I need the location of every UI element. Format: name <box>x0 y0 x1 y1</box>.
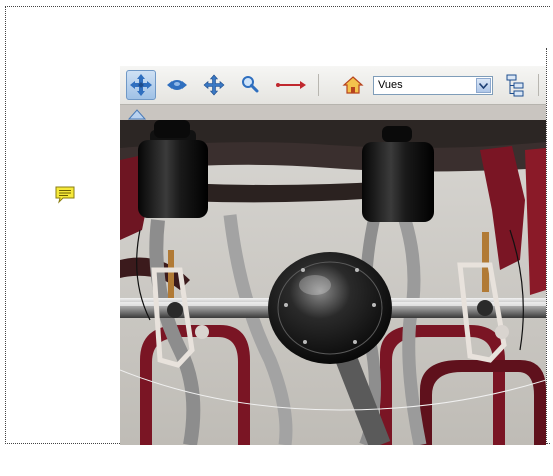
walk-arrow-icon <box>276 81 306 89</box>
3d-model-render[interactable] <box>120 120 546 445</box>
toolbar-separator <box>318 74 319 96</box>
views-dropdown[interactable]: Vues <box>373 76 493 95</box>
pan-tool-button[interactable] <box>199 70 229 100</box>
walk-tool-button[interactable] <box>271 70 311 100</box>
3d-viewer[interactable]: Vues <box>120 66 546 445</box>
model-tree-icon <box>506 74 524 97</box>
model-tree-button[interactable] <box>500 70 530 100</box>
zoom-tool-button[interactable] <box>235 70 265 100</box>
toolbar-collapse-toggle[interactable] <box>127 107 147 120</box>
pdf-page-edge <box>546 48 547 444</box>
rotate-arrows-icon <box>130 74 152 96</box>
home-icon <box>342 76 364 94</box>
comment-note-icon[interactable] <box>54 186 76 204</box>
toolbar-separator <box>538 74 539 96</box>
spin-tool-button[interactable] <box>162 70 192 100</box>
magnifier-icon <box>242 76 259 93</box>
triangle-up-icon <box>127 109 147 120</box>
views-selected-value: Vues <box>378 79 403 91</box>
rotate-tool-button[interactable] <box>126 70 156 100</box>
3d-toolbar: Vues <box>120 66 546 105</box>
chevron-down-icon[interactable] <box>476 78 491 93</box>
home-view-button[interactable] <box>338 70 368 100</box>
spin-icon <box>167 80 187 90</box>
pan-arrows-icon <box>203 74 225 96</box>
